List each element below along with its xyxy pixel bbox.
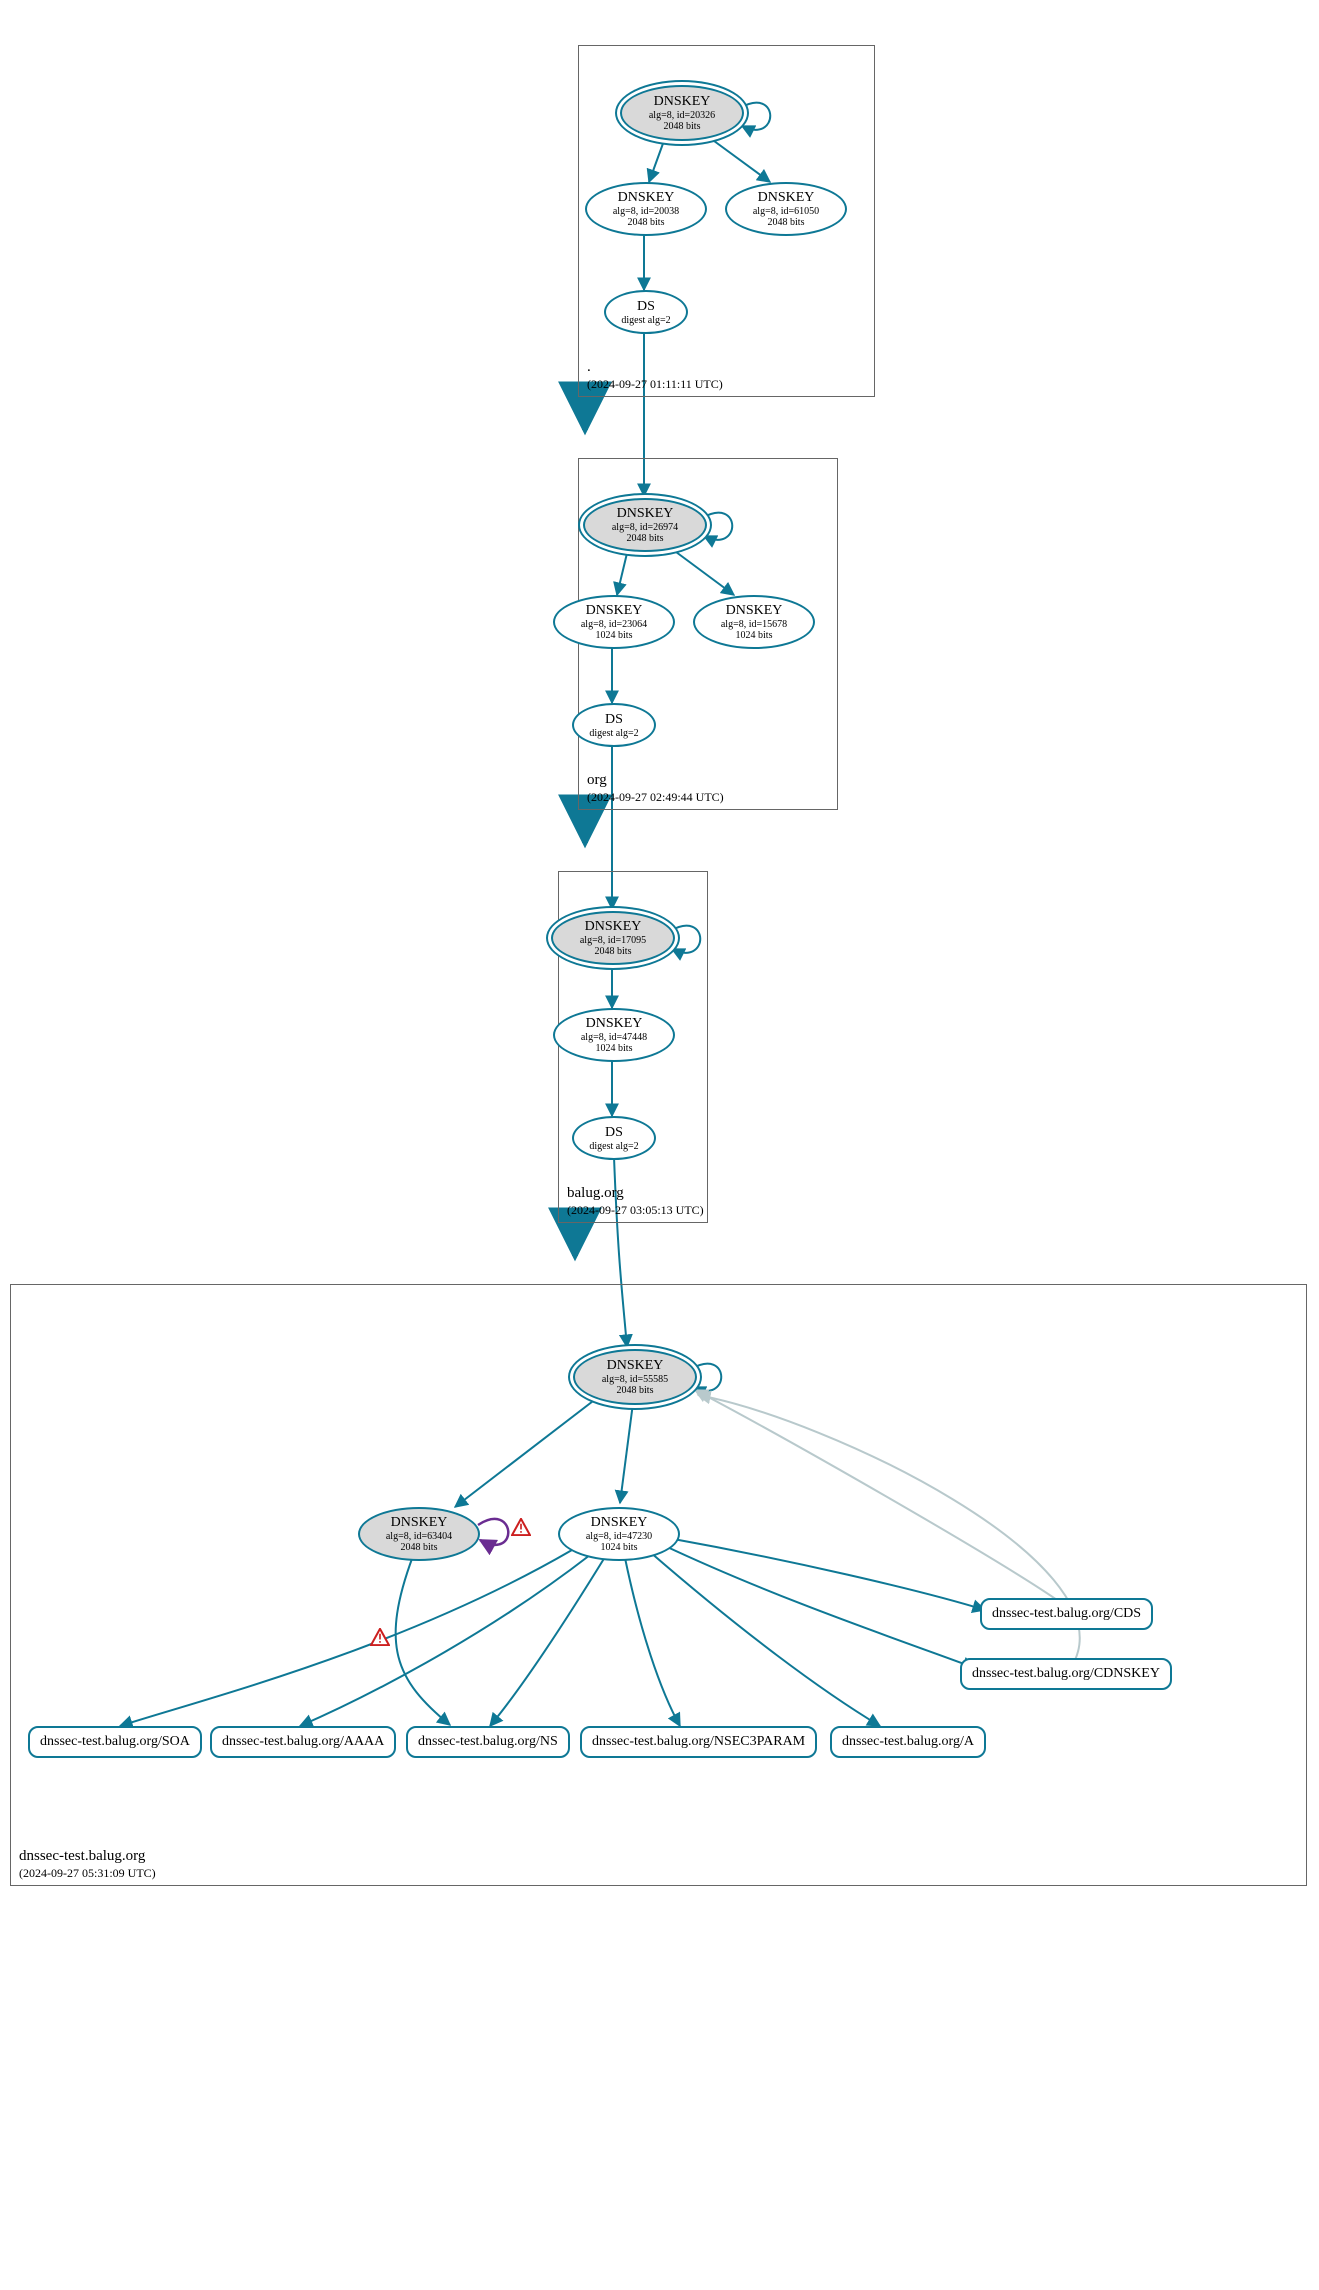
zone-balug-label: balug.org (2024-09-27 03:05:13 UTC)	[567, 1184, 704, 1218]
zone-root-label: . (2024-09-27 01:11:11 UTC)	[587, 358, 723, 392]
dt-k1-node: DNSKEY alg=8, id=63404 2048 bits	[358, 1507, 480, 1561]
org-zsk1-node: DNSKEY alg=8, id=23064 1024 bits	[553, 595, 675, 649]
balug-ksk-node: DNSKEY alg=8, id=17095 2048 bits	[551, 911, 675, 965]
warning-icon	[511, 1518, 531, 1536]
rr-cdnskey: dnssec-test.balug.org/CDNSKEY	[960, 1658, 1172, 1690]
rr-cds: dnssec-test.balug.org/CDS	[980, 1598, 1153, 1630]
rr-aaaa: dnssec-test.balug.org/AAAA	[210, 1726, 396, 1758]
zone-dnssectest-label: dnssec-test.balug.org (2024-09-27 05:31:…	[19, 1847, 156, 1881]
org-ksk-node: DNSKEY alg=8, id=26974 2048 bits	[583, 498, 707, 552]
dt-k2-node: DNSKEY alg=8, id=47230 1024 bits	[558, 1507, 680, 1561]
root-zsk1-node: DNSKEY alg=8, id=20038 2048 bits	[585, 182, 707, 236]
root-ksk-node: DNSKEY alg=8, id=20326 2048 bits	[620, 85, 744, 141]
rr-a: dnssec-test.balug.org/A	[830, 1726, 986, 1758]
root-zsk2-node: DNSKEY alg=8, id=61050 2048 bits	[725, 182, 847, 236]
balug-zsk-node: DNSKEY alg=8, id=47448 1024 bits	[553, 1008, 675, 1062]
org-ds-node: DS digest alg=2	[572, 703, 656, 747]
rr-nsec3param: dnssec-test.balug.org/NSEC3PARAM	[580, 1726, 817, 1758]
org-zsk2-node: DNSKEY alg=8, id=15678 1024 bits	[693, 595, 815, 649]
balug-ds-node: DS digest alg=2	[572, 1116, 656, 1160]
zone-org-label: org (2024-09-27 02:49:44 UTC)	[587, 771, 724, 805]
warning-icon	[370, 1628, 390, 1646]
root-ds-node: DS digest alg=2	[604, 290, 688, 334]
rr-ns: dnssec-test.balug.org/NS	[406, 1726, 570, 1758]
rr-soa: dnssec-test.balug.org/SOA	[28, 1726, 202, 1758]
dt-ksk-node: DNSKEY alg=8, id=55585 2048 bits	[573, 1349, 697, 1405]
